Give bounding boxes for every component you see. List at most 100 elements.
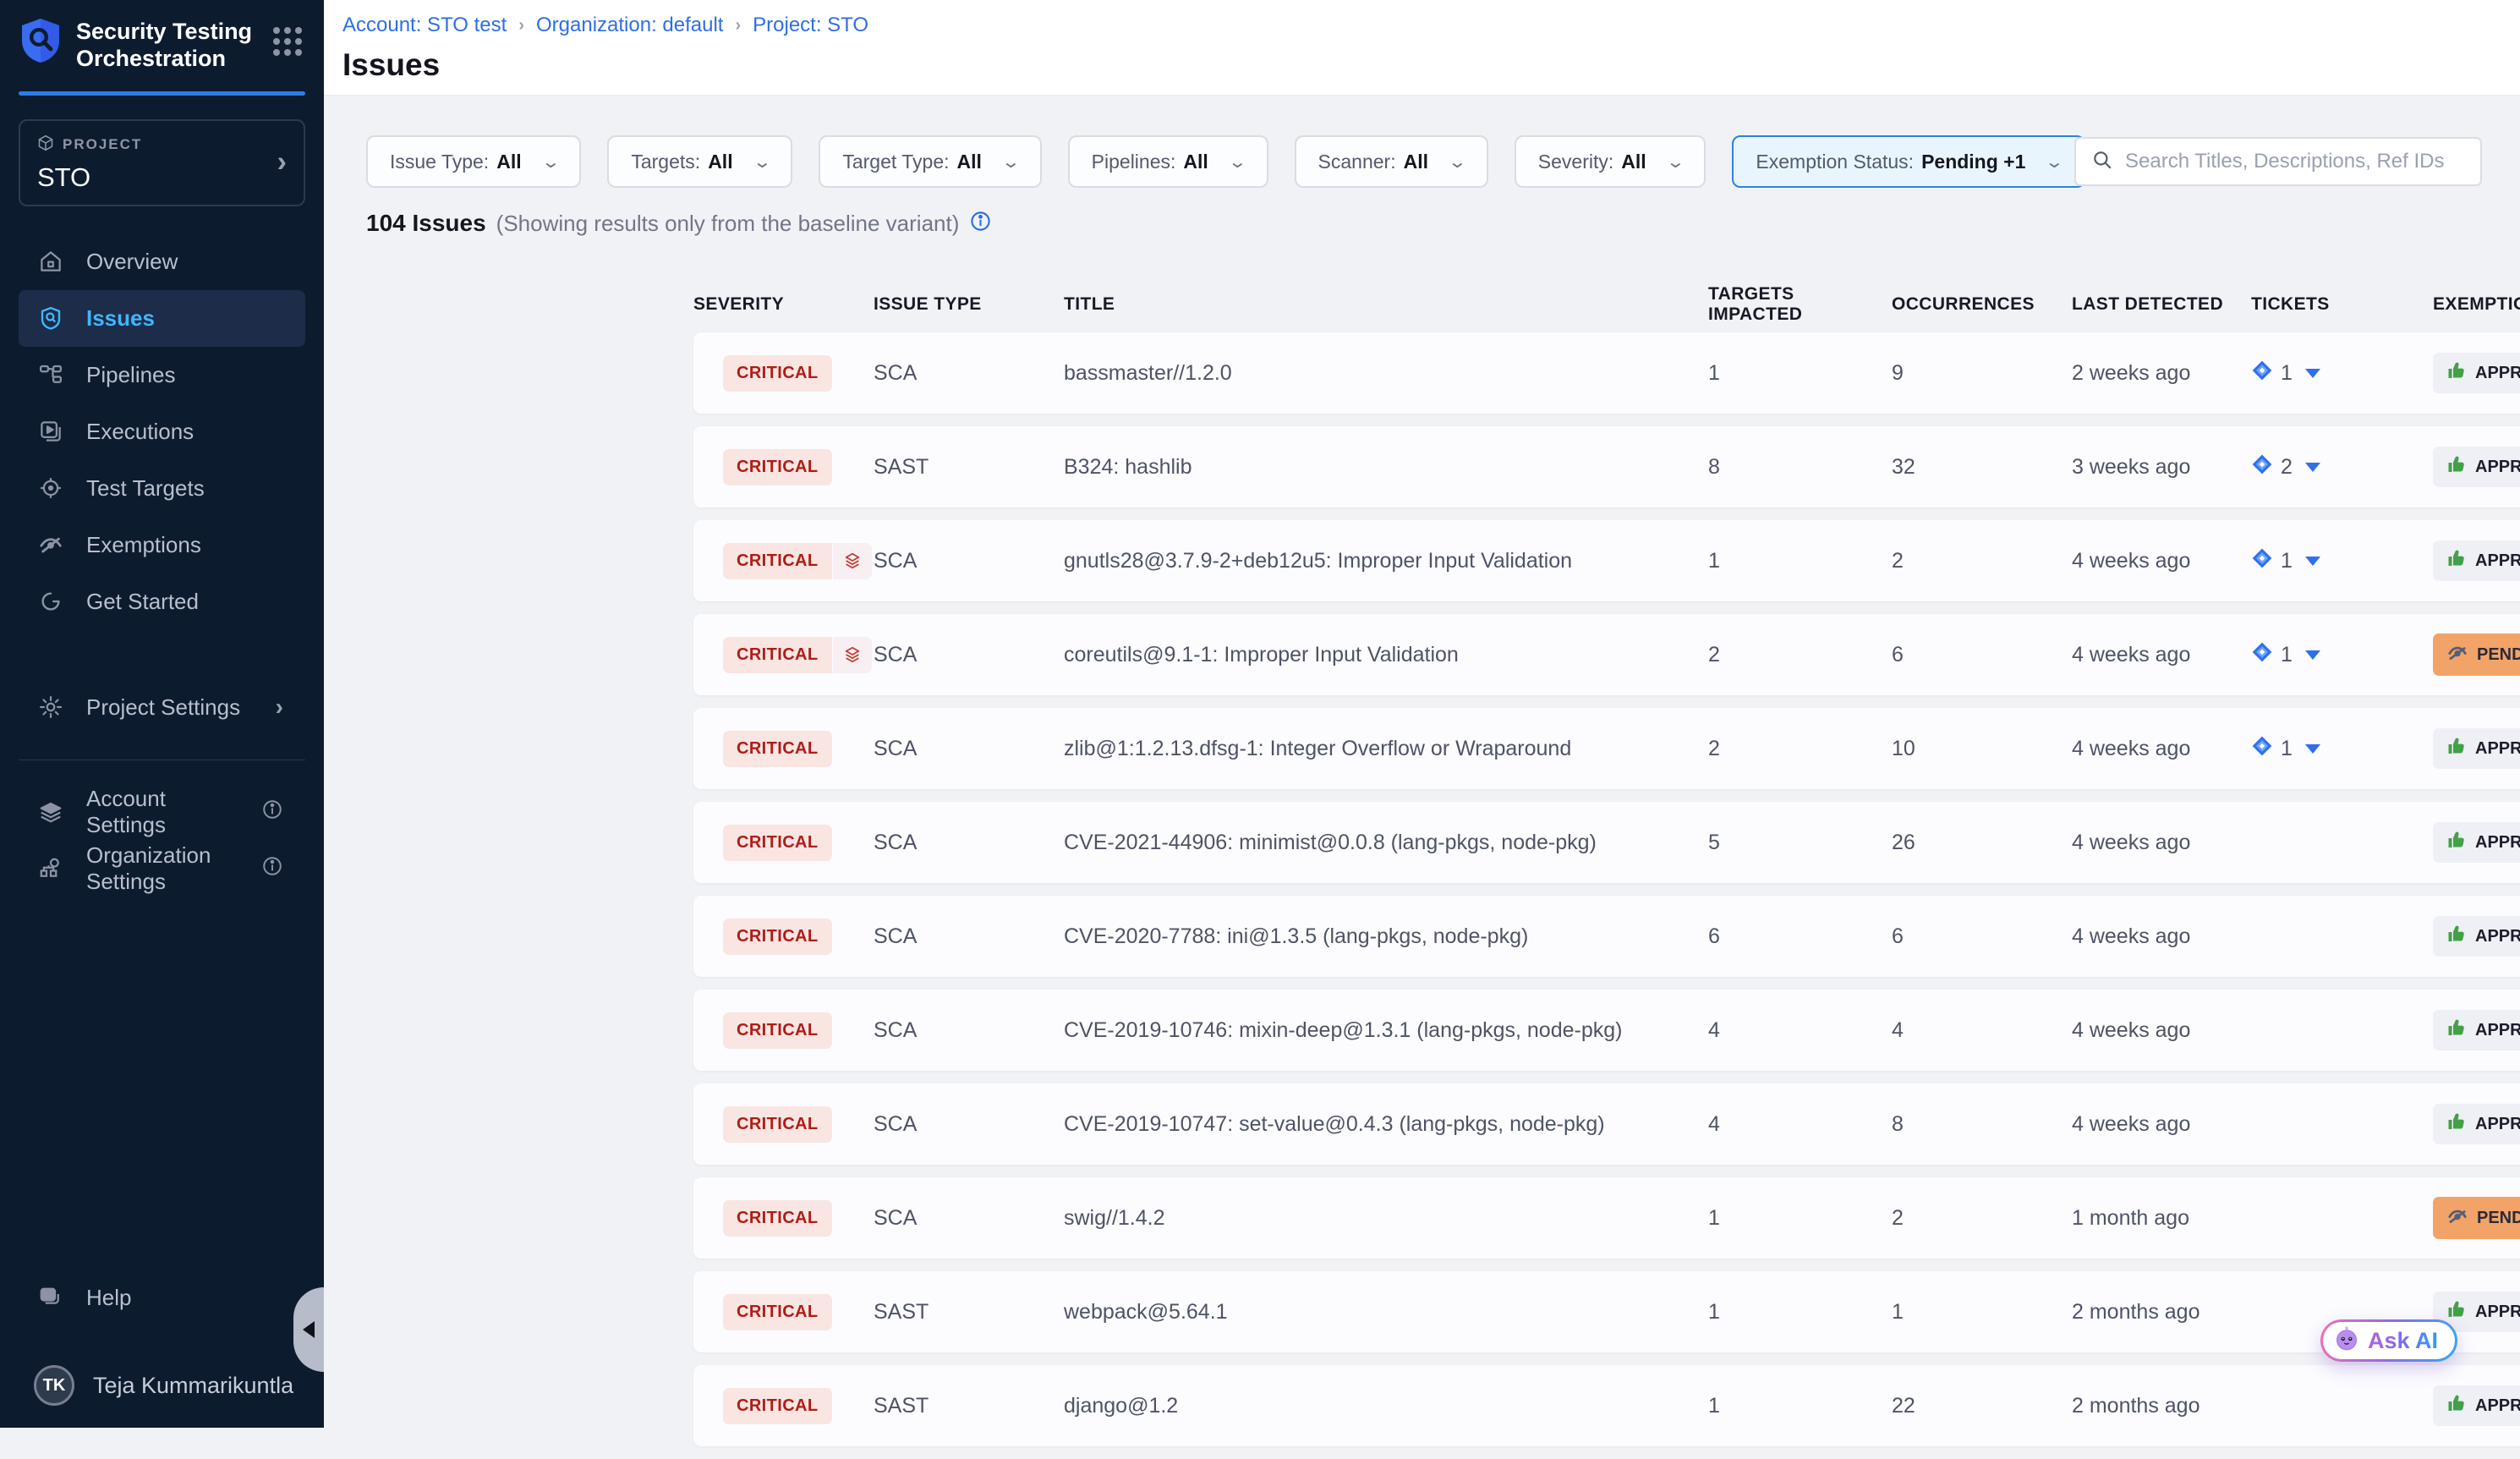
issue-type: SCA: [874, 1112, 1064, 1137]
ask-ai-label: Ask AI: [2368, 1328, 2438, 1354]
breadcrumb: Account: STO test › Organization: defaul…: [342, 14, 2520, 37]
thumbs-up-icon: [2446, 1393, 2467, 1418]
column-header-exemption-status: EXEMPTION STATUS: [2433, 294, 2520, 315]
breadcrumb-organization[interactable]: Organization: default: [536, 14, 723, 37]
chevron-down-icon: [2305, 650, 2320, 660]
sidebar-item-pipelines[interactable]: Pipelines: [0, 347, 324, 403]
filter-severity[interactable]: Severity: All ⌄: [1515, 135, 1706, 188]
jira-ticket-icon: [2251, 547, 2273, 575]
severity-badge: CRITICAL: [723, 1294, 832, 1330]
exemption-status-badge: PENDING: [2433, 1197, 2520, 1239]
issue-row[interactable]: CRITICAL SCA CVE-2021-44906: minimist@0.…: [693, 802, 2520, 883]
chevron-down-icon: ⌄: [1448, 151, 1467, 173]
severity-badge: CRITICAL: [723, 1106, 832, 1143]
targets-impacted: 1: [1708, 361, 1892, 386]
issue-row[interactable]: CRITICAL SAST webpack@5.64.1 1 1 2 month…: [693, 1271, 2520, 1352]
chevron-right-icon: ›: [277, 146, 287, 179]
chevron-down-icon: [2305, 744, 2320, 754]
issue-type: SCA: [874, 924, 1064, 949]
info-icon[interactable]: [261, 798, 283, 826]
info-icon[interactable]: [261, 855, 283, 883]
ticket-link[interactable]: 1: [2251, 547, 2320, 575]
issue-row[interactable]: CRITICAL SCA CVE-2019-10746: mixin-deep@…: [693, 990, 2520, 1071]
sidebar-item-project-settings[interactable]: Project Settings ›: [0, 679, 324, 736]
exemption-status-badge: APPROVED: [2433, 447, 2520, 487]
sidebar-item-test-targets[interactable]: Test Targets: [0, 460, 324, 517]
variants-stack-icon: [833, 637, 872, 673]
sidebar-item-account-settings[interactable]: Account Settings: [0, 784, 324, 841]
issue-type: SCA: [874, 737, 1064, 761]
ticket-link[interactable]: 1: [2251, 359, 2320, 387]
page-title: Issues: [342, 47, 2520, 83]
chevron-down-icon: ⌄: [1001, 151, 1021, 173]
issue-type: SCA: [874, 549, 1064, 573]
issue-type: SCA: [874, 1206, 1064, 1231]
filter-targets[interactable]: Targets: All ⌄: [607, 135, 792, 188]
sidebar-item-issues[interactable]: Issues: [19, 290, 305, 347]
chevron-down-icon: ⌄: [752, 151, 771, 173]
avatar: TK: [34, 1365, 74, 1406]
sidebar-item-executions[interactable]: Executions: [0, 403, 324, 460]
last-detected: 4 weeks ago: [2072, 1112, 2251, 1137]
project-selector[interactable]: PROJECT STO ›: [19, 119, 305, 206]
ask-ai-button[interactable]: Ask AI: [2320, 1319, 2457, 1362]
issue-row[interactable]: CRITICAL SCA CVE-2020-7788: ini@1.3.5 (l…: [693, 896, 2520, 977]
cube-icon: [37, 134, 54, 156]
severity-badge: CRITICAL: [723, 1388, 832, 1424]
sidebar-item-overview[interactable]: Overview: [0, 233, 324, 290]
table-header: SEVERITYISSUE TYPETITLETARGETS IMPACTEDO…: [693, 284, 2520, 325]
search-input[interactable]: [2125, 150, 2465, 173]
launch-icon: [37, 588, 64, 615]
issue-title: gnutls28@3.7.9-2+deb12u5: Improper Input…: [1064, 549, 1708, 573]
ticket-link[interactable]: 1: [2251, 641, 2320, 669]
filter-target-type[interactable]: Target Type: All ⌄: [819, 135, 1041, 188]
issue-row[interactable]: CRITICAL SCA zlib@1:1.2.13.dfsg-1: Integ…: [693, 708, 2520, 789]
occurrences: 1: [1892, 1300, 2072, 1325]
eye-off-icon: [37, 531, 64, 558]
filter-issue-type[interactable]: Issue Type: All ⌄: [366, 135, 581, 188]
issue-title: CVE-2019-10746: mixin-deep@1.3.1 (lang-p…: [1064, 1018, 1708, 1043]
occurrences: 9: [1892, 361, 2072, 386]
exemption-status-badge: APPROVED: [2433, 540, 2520, 581]
filter-pipelines[interactable]: Pipelines: All ⌄: [1068, 135, 1268, 188]
user-menu[interactable]: TK Teja Kummarikuntla: [0, 1365, 324, 1406]
issue-row[interactable]: CRITICAL SAST B324: hashlib 8 32 3 weeks…: [693, 426, 2520, 507]
sidebar-item-help[interactable]: ? Help: [0, 1270, 324, 1326]
issue-row[interactable]: CRITICAL SAST django@1.2 1 22 2 months a…: [693, 1365, 2520, 1446]
eye-off-icon: [2446, 641, 2468, 668]
sidebar-item-exemptions[interactable]: Exemptions: [0, 517, 324, 573]
occurrences: 32: [1892, 455, 2072, 480]
jira-ticket-icon: [2251, 453, 2273, 481]
issue-title: webpack@5.64.1: [1064, 1300, 1708, 1325]
chevron-right-icon: ›: [735, 16, 741, 36]
column-header-last-detected: LAST DETECTED: [2072, 294, 2251, 315]
info-icon[interactable]: [969, 210, 992, 237]
issue-title: zlib@1:1.2.13.dfsg-1: Integer Overflow o…: [1064, 737, 1708, 761]
severity-badge: CRITICAL: [723, 1200, 832, 1237]
filter-exemption-status[interactable]: Exemption Status: Pending +1 ⌄: [1732, 135, 2085, 188]
executions-icon: [37, 418, 64, 445]
ticket-link[interactable]: 1: [2251, 735, 2320, 763]
issue-type: SAST: [874, 455, 1064, 480]
sidebar-item-organization-settings[interactable]: Organization Settings: [0, 841, 324, 897]
severity-badge: CRITICAL: [723, 355, 832, 392]
exemption-status-badge: APPROVED: [2433, 1010, 2520, 1050]
issue-row[interactable]: CRITICAL SCA bassmaster//1.2.0 1 9 2 wee…: [693, 332, 2520, 414]
chevron-down-icon: ⌄: [1665, 151, 1685, 173]
sidebar-item-get-started[interactable]: Get Started: [0, 573, 324, 630]
breadcrumb-account[interactable]: Account: STO test: [342, 14, 507, 37]
breadcrumb-project[interactable]: Project: STO: [753, 14, 868, 37]
home-icon: [37, 248, 64, 275]
issue-row[interactable]: CRITICAL SCA gnutls28@3.7.9-2+deb12u5: I…: [693, 520, 2520, 601]
module-grid-icon[interactable]: [273, 27, 302, 56]
issue-row[interactable]: CRITICAL SCA coreutils@9.1-1: Improper I…: [693, 614, 2520, 695]
ticket-link[interactable]: 2: [2251, 453, 2320, 481]
thumbs-up-icon: [2446, 924, 2467, 949]
severity-badge: CRITICAL: [723, 449, 832, 485]
issue-row[interactable]: CRITICAL SCA swig//1.4.2 1 2 1 month ago: [693, 1177, 2520, 1259]
issue-type: SCA: [874, 643, 1064, 667]
last-detected: 4 weeks ago: [2072, 549, 2251, 573]
filter-scanner[interactable]: Scanner: All ⌄: [1295, 135, 1488, 188]
issue-row[interactable]: CRITICAL SCA CVE-2019-10747: set-value@0…: [693, 1083, 2520, 1165]
exemption-status-badge: APPROVED: [2433, 353, 2520, 393]
